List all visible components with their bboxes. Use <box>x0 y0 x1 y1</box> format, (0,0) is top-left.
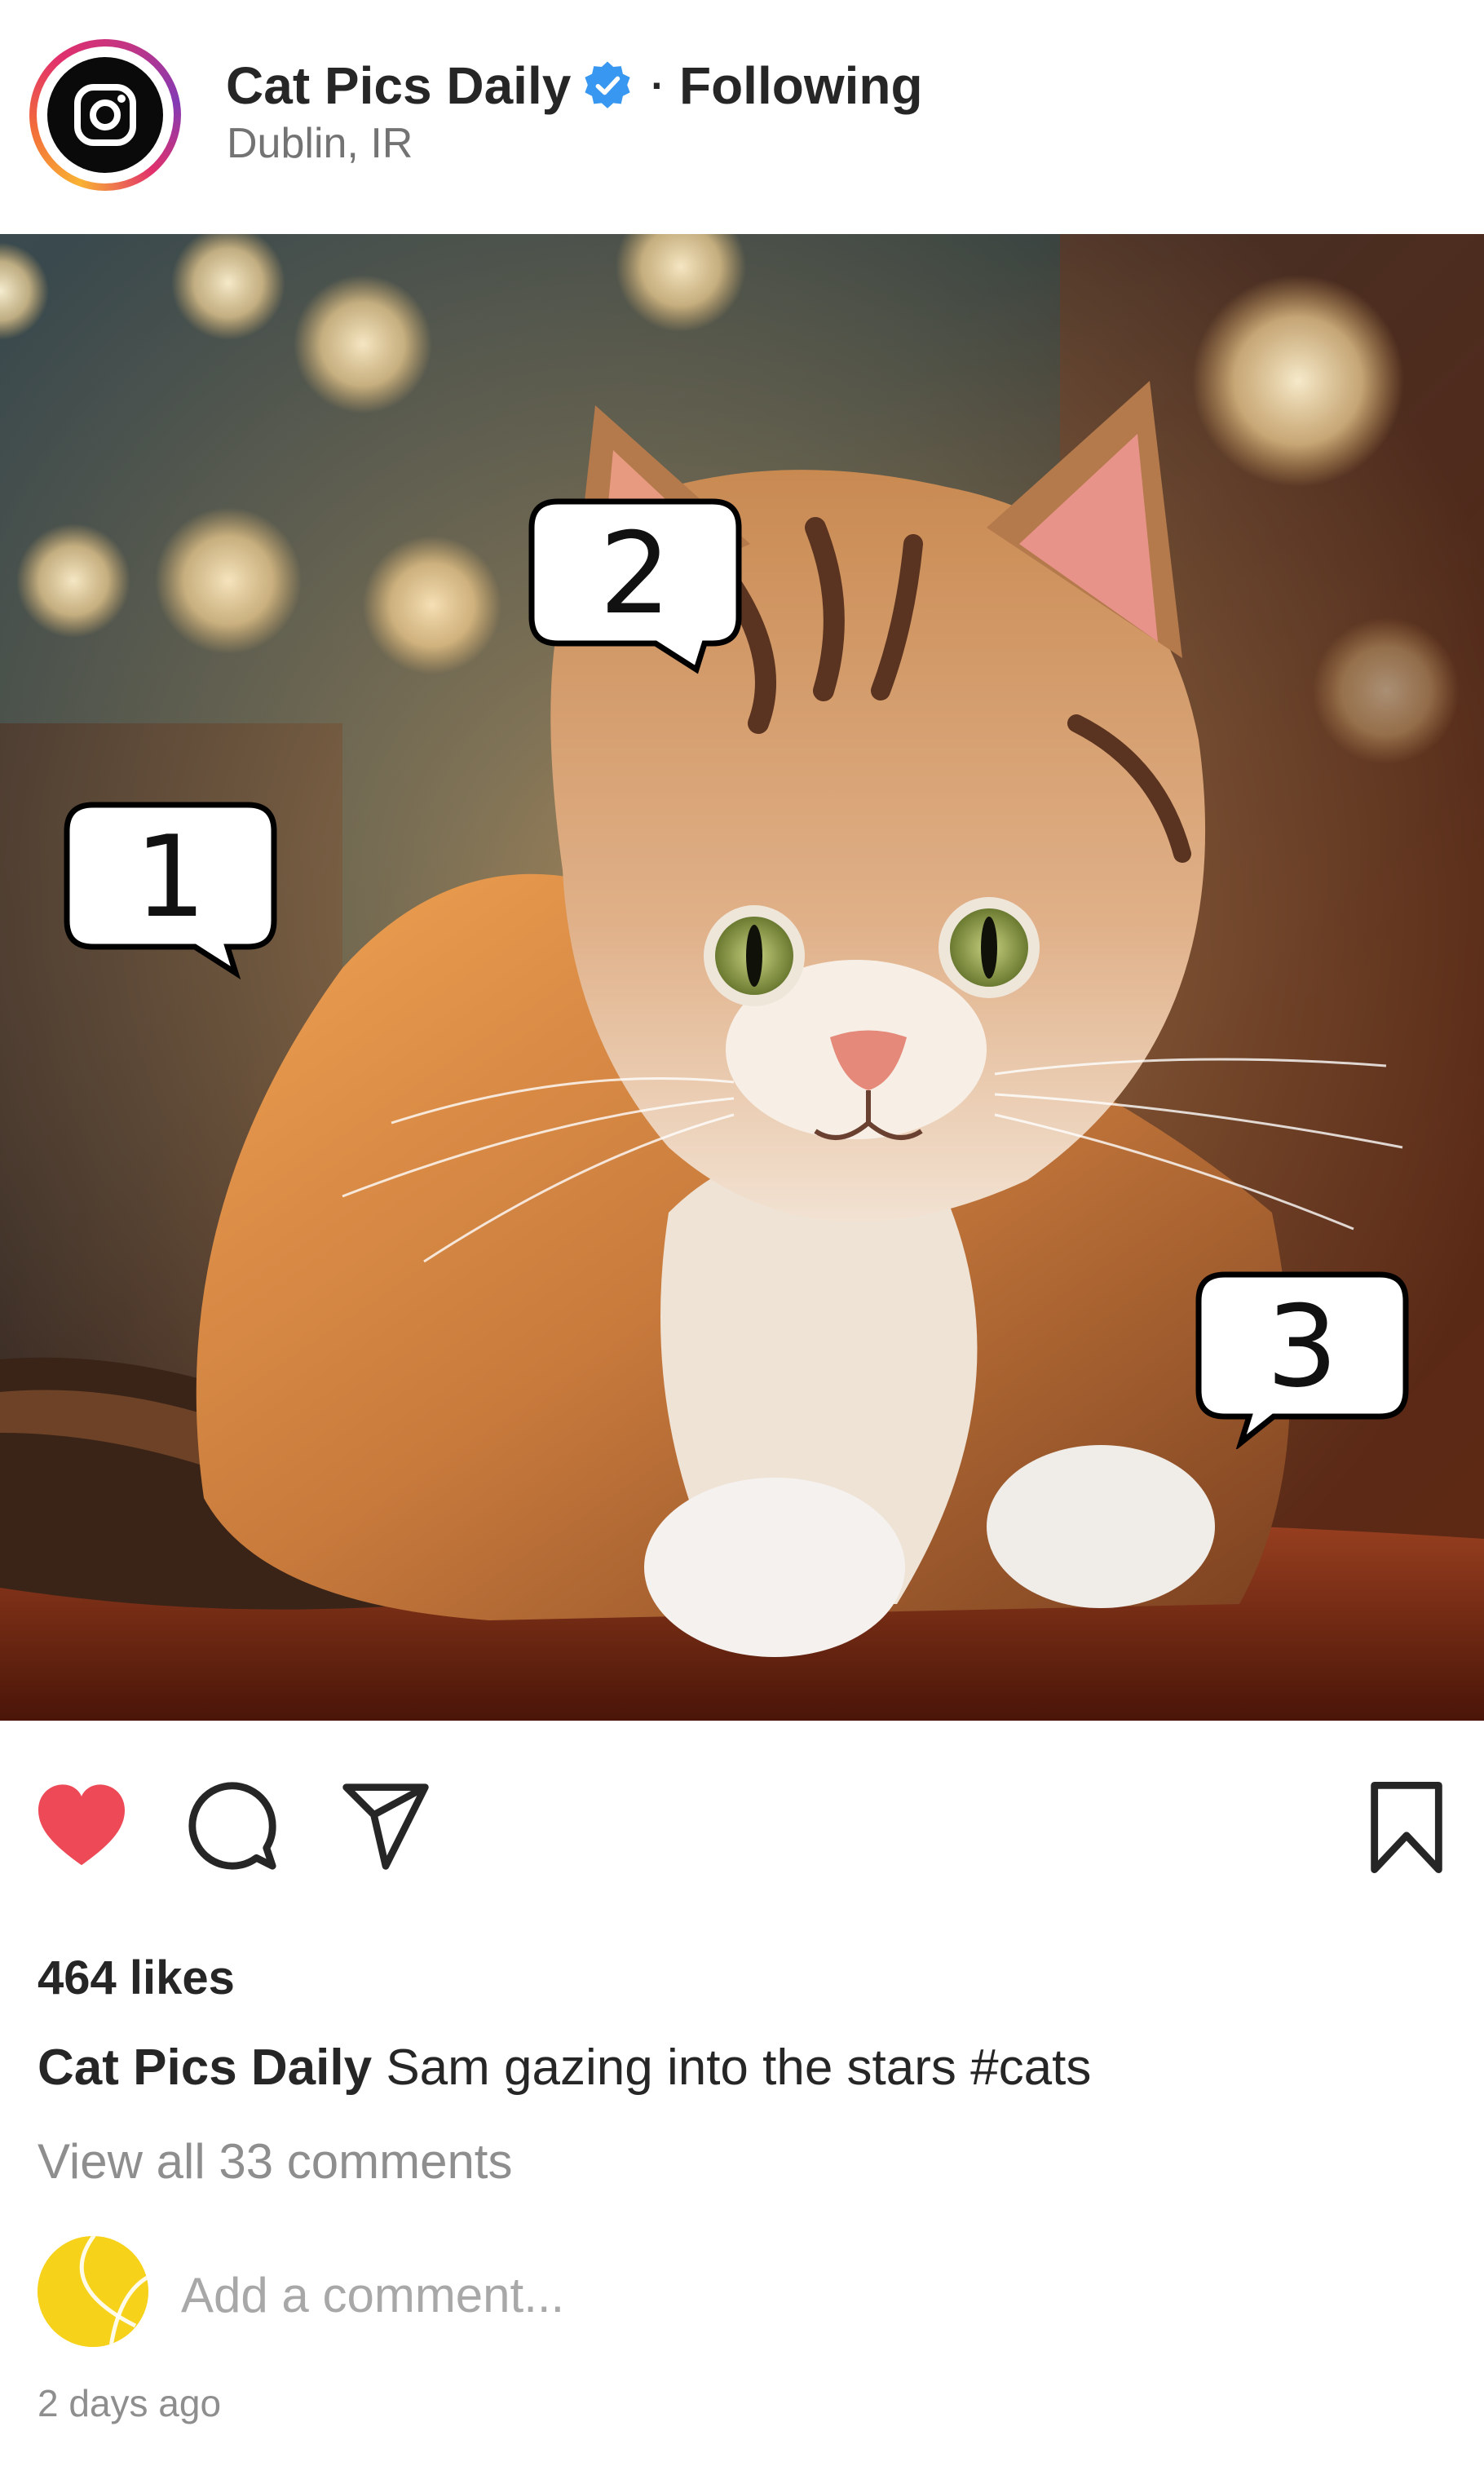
post-header: Cat Pics Daily · Following Dublin, IR <box>0 0 1484 232</box>
annotation-callout-2: 2 <box>525 495 745 676</box>
view-all-comments-link[interactable]: View all 33 comments <box>38 2133 512 2190</box>
paper-plane-icon <box>342 1783 429 1870</box>
account-name[interactable]: Cat Pics Daily <box>226 55 571 116</box>
comment-button[interactable] <box>184 1778 280 1874</box>
profile-avatar[interactable] <box>29 39 181 191</box>
post-image[interactable]: 1 2 3 <box>0 234 1484 1721</box>
callout-number: 1 <box>135 811 206 943</box>
add-comment-input[interactable]: Add a comment... <box>181 2267 564 2323</box>
post-timestamp: 2 days ago <box>38 2382 222 2424</box>
verified-badge-icon <box>585 61 630 108</box>
heart-filled-icon <box>38 1784 125 1866</box>
comment-bubble-icon <box>188 1782 276 1870</box>
avatar <box>38 2236 148 2347</box>
likes-count[interactable]: 464 likes <box>38 1951 235 2005</box>
caption-text: Sam gazing into the stars #cats <box>372 2040 1092 2096</box>
instagram-logo-icon <box>47 57 163 173</box>
like-button[interactable] <box>34 1783 129 1869</box>
account-row: Cat Pics Daily · Following <box>226 49 923 122</box>
callout-number: 3 <box>1266 1281 1338 1412</box>
bookmark-icon <box>1371 1781 1442 1874</box>
separator-dot: · <box>651 63 665 108</box>
callout-number: 2 <box>599 508 671 639</box>
post-actions-bar <box>0 1721 1484 1908</box>
save-button[interactable] <box>1363 1779 1450 1876</box>
annotation-callout-3: 3 <box>1192 1268 1412 1449</box>
annotation-callout-1: 1 <box>60 798 280 979</box>
post-caption: Cat Pics Daily Sam gazing into the stars… <box>38 2039 1091 2097</box>
share-button[interactable] <box>338 1779 434 1874</box>
following-button[interactable]: Following <box>679 55 923 116</box>
caption-author[interactable]: Cat Pics Daily <box>38 2040 372 2096</box>
tennis-ball-icon <box>38 2236 148 2347</box>
post-location[interactable]: Dublin, IR <box>227 119 413 168</box>
